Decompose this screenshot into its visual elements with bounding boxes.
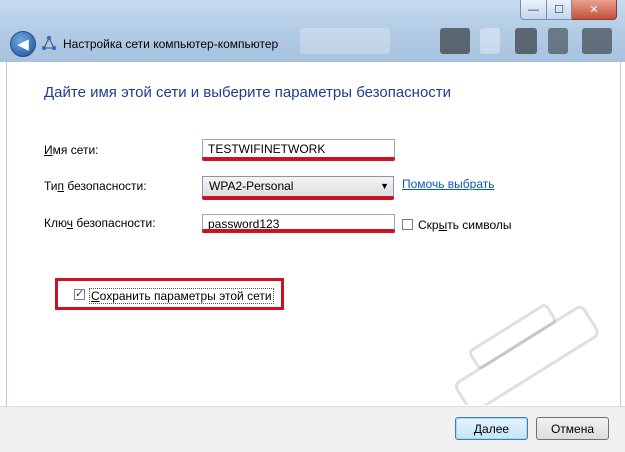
- next-button[interactable]: Далее: [455, 417, 528, 440]
- window-title: Настройка сети компьютер-компьютер: [63, 37, 279, 51]
- adhoc-network-icon: [41, 35, 57, 51]
- label-text: мя сети:: [52, 143, 99, 157]
- label-text: Скр: [418, 218, 439, 232]
- maximize-button[interactable]: ☐: [547, 0, 572, 20]
- hide-characters-label[interactable]: Скрыть символы: [418, 218, 512, 232]
- save-settings-label[interactable]: Сохранить параметры этой сети: [89, 288, 274, 304]
- dropdown-arrow-icon: ▼: [380, 181, 389, 191]
- page-title: Дайте имя этой сети и выберите параметры…: [44, 84, 452, 101]
- security-type-label: Тип безопасности:: [44, 179, 147, 193]
- minimize-button[interactable]: —: [520, 0, 547, 20]
- aero-glass-reflection: [480, 28, 500, 54]
- security-type-select[interactable]: WPA2-Personal ▼: [202, 176, 394, 197]
- back-arrow-icon: ◀: [17, 36, 29, 53]
- cancel-button[interactable]: Отмена: [536, 417, 609, 440]
- back-button[interactable]: ◀: [10, 31, 36, 57]
- close-icon: ✕: [589, 4, 599, 16]
- highlight-underline: [202, 196, 394, 200]
- label-text: Клю: [44, 216, 67, 230]
- aero-glass-reflection: [582, 28, 612, 54]
- accelerator-key: С: [91, 289, 100, 303]
- button-label: алее: [482, 421, 510, 436]
- network-name-input[interactable]: [202, 139, 395, 158]
- save-settings-checkbox[interactable]: [74, 287, 85, 300]
- caption-buttons: — ☐ ✕: [520, 0, 617, 20]
- network-name-label: Имя сети:: [44, 143, 99, 157]
- accelerator-key: И: [44, 143, 53, 157]
- label-text: ть символы: [447, 218, 512, 232]
- selected-value: WPA2-Personal: [209, 179, 294, 193]
- help-choose-link[interactable]: Помочь выбрать: [402, 177, 495, 191]
- dialog-footer: [0, 406, 625, 452]
- label-text: безопасности:: [73, 216, 156, 230]
- label-text: Ти: [44, 179, 58, 193]
- aero-glass-reflection: [548, 28, 568, 54]
- aero-glass-reflection: [515, 28, 537, 54]
- highlight-underline: [202, 157, 395, 161]
- label-text: безопасности:: [64, 179, 147, 193]
- hide-characters-checkbox[interactable]: [402, 219, 413, 230]
- maximize-icon: ☐: [554, 4, 564, 16]
- accelerator-key: ы: [438, 218, 448, 232]
- accelerator-key: Д: [473, 421, 483, 436]
- aero-glass-reflection: [300, 28, 390, 54]
- minimize-icon: —: [528, 3, 539, 16]
- security-key-label: Ключ безопасности:: [44, 216, 156, 230]
- aero-glass-reflection: [440, 28, 470, 54]
- label-text: охранить параметры этой сети: [99, 289, 272, 303]
- highlight-underline: [202, 229, 395, 233]
- watermark-logo: [454, 304, 599, 405]
- close-button[interactable]: ✕: [572, 0, 617, 20]
